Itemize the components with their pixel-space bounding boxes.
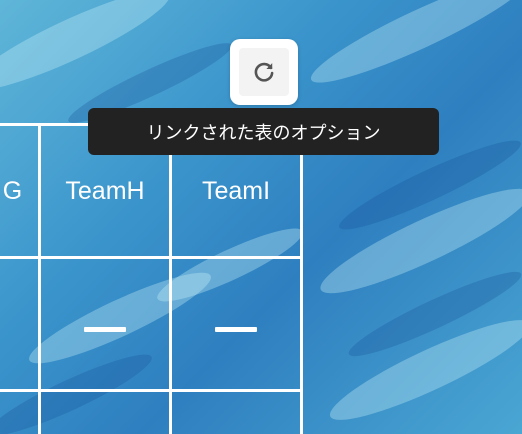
tooltip: リンクされた表のオプション <box>88 108 439 155</box>
table-cell[interactable] <box>169 389 303 434</box>
background-texture <box>303 0 522 97</box>
table-cell[interactable] <box>38 389 172 434</box>
dash-mark <box>84 326 126 332</box>
table-cell[interactable] <box>0 389 41 434</box>
header-label: G <box>2 176 23 205</box>
tooltip-text: リンクされた表のオプション <box>146 122 381 144</box>
table-row <box>0 389 303 434</box>
table-row <box>0 256 303 392</box>
refresh-button[interactable] <box>239 48 289 96</box>
refresh-icon <box>254 62 274 82</box>
slide-canvas: G TeamH TeamI リンクされた表のオプション <box>0 0 522 434</box>
header-label: TeamI <box>201 176 271 205</box>
table-cell[interactable] <box>0 256 41 392</box>
header-label: TeamH <box>65 176 145 205</box>
header-cell-teamg[interactable]: G <box>0 123 41 259</box>
linked-table[interactable]: G TeamH TeamI <box>0 123 303 434</box>
dash-mark <box>215 326 257 332</box>
table-cell[interactable] <box>38 256 172 392</box>
linked-table-toolbar <box>230 39 298 105</box>
table-cell[interactable] <box>169 256 303 392</box>
